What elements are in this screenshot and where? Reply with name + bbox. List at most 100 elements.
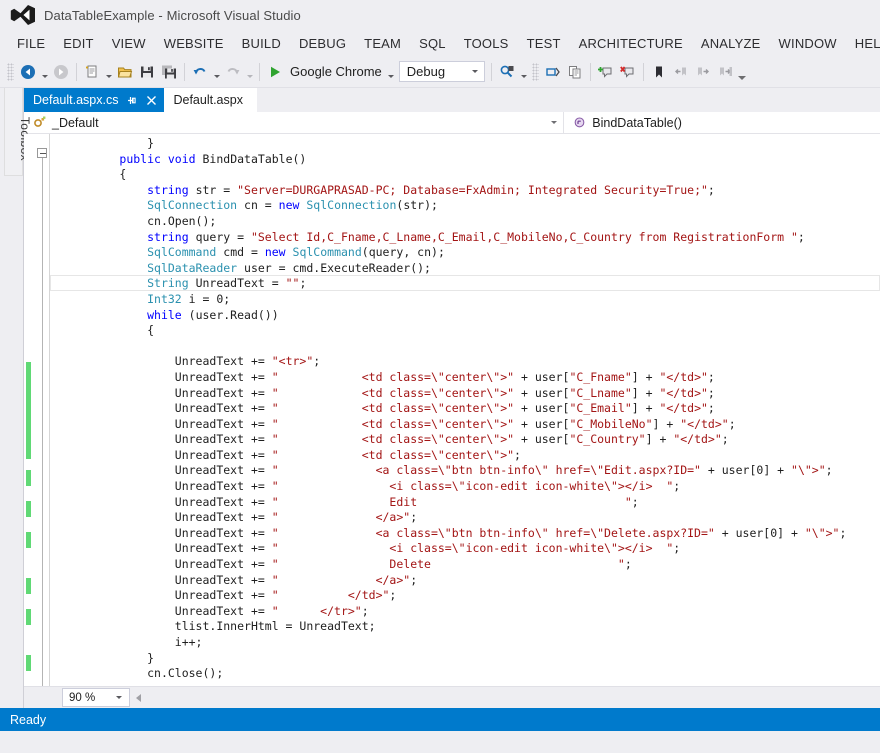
- open-file-icon: [117, 64, 133, 80]
- remove-bookmark-button[interactable]: [617, 61, 639, 83]
- find-dropdown[interactable]: [518, 61, 529, 83]
- menu-website[interactable]: WEBSITE: [155, 34, 233, 53]
- toolbar-overflow-button[interactable]: [736, 61, 748, 83]
- menu-tools[interactable]: TOOLS: [455, 34, 518, 53]
- code-line: UnreadText += " </a>";: [64, 510, 880, 526]
- toolbox-tab[interactable]: Toolbox: [4, 88, 23, 176]
- menu-bar: FILE EDIT VIEW WEBSITE BUILD DEBUG TEAM …: [0, 30, 880, 56]
- start-target-dropdown[interactable]: [386, 61, 397, 83]
- editor-pane: Default.aspx.cs Default.aspx: [23, 88, 880, 708]
- code-line: String UnreadText = "";: [64, 276, 880, 292]
- add-bookmark-icon: [598, 64, 614, 80]
- navigate-backward-button[interactable]: [17, 61, 39, 83]
- code-line: Int32 i = 0;: [64, 292, 880, 308]
- toolbar-separator: [76, 63, 77, 81]
- save-icon: [139, 64, 155, 80]
- redo-icon: [225, 64, 241, 80]
- previous-bookmark-button[interactable]: [670, 61, 692, 83]
- navigate-forward-button[interactable]: [50, 61, 72, 83]
- menu-sql[interactable]: SQL: [410, 34, 455, 53]
- zoom-level-combo[interactable]: 90 %: [62, 688, 130, 707]
- menu-architecture[interactable]: ARCHITECTURE: [570, 34, 692, 53]
- menu-debug[interactable]: DEBUG: [290, 34, 355, 53]
- toolbar-grip[interactable]: [7, 63, 14, 81]
- code-line: {: [64, 167, 880, 183]
- start-debugging-play-icon: [268, 65, 282, 79]
- editor-navigation-bar: _Default BindDataTable(): [24, 112, 880, 134]
- start-target-label[interactable]: Google Chrome: [286, 64, 386, 79]
- menu-window[interactable]: WINDOW: [770, 34, 846, 53]
- chevron-down-icon[interactable]: [547, 121, 561, 124]
- navigate-backward-dropdown[interactable]: [39, 61, 50, 83]
- next-bookmark-in-folder-icon: [717, 64, 733, 80]
- member-selector-combo[interactable]: BindDataTable(): [563, 112, 880, 133]
- collapse-method-button[interactable]: [37, 148, 47, 158]
- chevron-down-icon: [109, 696, 129, 699]
- menu-test[interactable]: TEST: [518, 34, 570, 53]
- status-text: Ready: [10, 713, 46, 727]
- toggle-bookmark-button[interactable]: [648, 61, 670, 83]
- menu-team[interactable]: TEAM: [355, 34, 410, 53]
- document-tab-strip: Default.aspx.cs Default.aspx: [24, 88, 880, 112]
- code-line: UnreadText += " <td class=\"center\">";: [64, 448, 880, 464]
- menu-analyze[interactable]: ANALYZE: [692, 34, 770, 53]
- tab-default-aspx[interactable]: Default.aspx: [164, 88, 256, 112]
- comment-selection-button[interactable]: [542, 61, 564, 83]
- menu-help[interactable]: HEL: [846, 34, 880, 53]
- solution-configuration-combo[interactable]: Debug: [399, 61, 485, 82]
- redo-button[interactable]: [222, 61, 244, 83]
- next-bookmark-button[interactable]: [692, 61, 714, 83]
- change-tracking-bar: [26, 532, 31, 548]
- code-line: SqlDataReader user = cmd.ExecuteReader()…: [64, 261, 880, 277]
- uncomment-selection-button[interactable]: [564, 61, 586, 83]
- bookmark-icon: [651, 64, 667, 80]
- menu-view[interactable]: VIEW: [103, 34, 155, 53]
- previous-bookmark-icon: [673, 64, 689, 80]
- save-all-button[interactable]: [158, 61, 180, 83]
- code-line: UnreadText += " <i class=\"icon-edit ico…: [64, 541, 880, 557]
- code-line: [64, 339, 880, 355]
- save-button[interactable]: [136, 61, 158, 83]
- change-tracking-bar: [26, 501, 31, 517]
- toolbar-grip-2[interactable]: [532, 63, 539, 81]
- code-line: }: [64, 651, 880, 667]
- undo-icon: [192, 64, 208, 80]
- code-line: UnreadText += " </a>";: [64, 573, 880, 589]
- new-item-dropdown[interactable]: [103, 61, 114, 83]
- code-editor-surface[interactable]: } public void BindDataTable() { string s…: [24, 134, 880, 686]
- undo-button[interactable]: [189, 61, 211, 83]
- class-selector-combo[interactable]: _Default: [24, 112, 563, 133]
- remove-bookmark-icon: [620, 64, 636, 80]
- open-file-button[interactable]: [114, 61, 136, 83]
- code-line: UnreadText += " Delete ";: [64, 557, 880, 573]
- navigate-back-icon: [20, 64, 36, 80]
- status-bar: Ready: [0, 708, 880, 731]
- redo-dropdown[interactable]: [244, 61, 255, 83]
- pin-icon[interactable]: [125, 94, 138, 107]
- undo-dropdown[interactable]: [211, 61, 222, 83]
- class-icon: [32, 115, 47, 130]
- close-icon[interactable]: [145, 94, 158, 107]
- code-line: UnreadText += " <td class=\"center\">" +…: [64, 432, 880, 448]
- menu-build[interactable]: BUILD: [233, 34, 290, 53]
- outlining-margin[interactable]: [34, 134, 50, 686]
- code-line: {: [64, 323, 880, 339]
- next-bookmark-in-folder-button[interactable]: [714, 61, 736, 83]
- code-line: UnreadText += " <td class=\"center\">" +…: [64, 401, 880, 417]
- visual-studio-window: DataTableExample - Microsoft Visual Stud…: [0, 0, 880, 753]
- code-text-body[interactable]: } public void BindDataTable() { string s…: [50, 134, 880, 686]
- code-line: string query = "Select Id,C_Fname,C_Lnam…: [64, 230, 880, 246]
- add-bookmark-button[interactable]: [595, 61, 617, 83]
- class-name: _Default: [52, 116, 99, 130]
- find-in-files-button[interactable]: [496, 61, 518, 83]
- tab-default-aspx-cs[interactable]: Default.aspx.cs: [24, 88, 164, 112]
- solution-configuration-value: Debug: [407, 64, 445, 79]
- menu-edit[interactable]: EDIT: [54, 34, 102, 53]
- horizontal-scrollbar-track[interactable]: [146, 688, 880, 707]
- new-item-button[interactable]: [81, 61, 103, 83]
- start-debugging-button[interactable]: [264, 61, 286, 83]
- tab-label: Default.aspx: [173, 93, 242, 107]
- method-icon: [572, 115, 587, 130]
- scroll-left-button[interactable]: [130, 688, 146, 707]
- menu-file[interactable]: FILE: [8, 34, 54, 53]
